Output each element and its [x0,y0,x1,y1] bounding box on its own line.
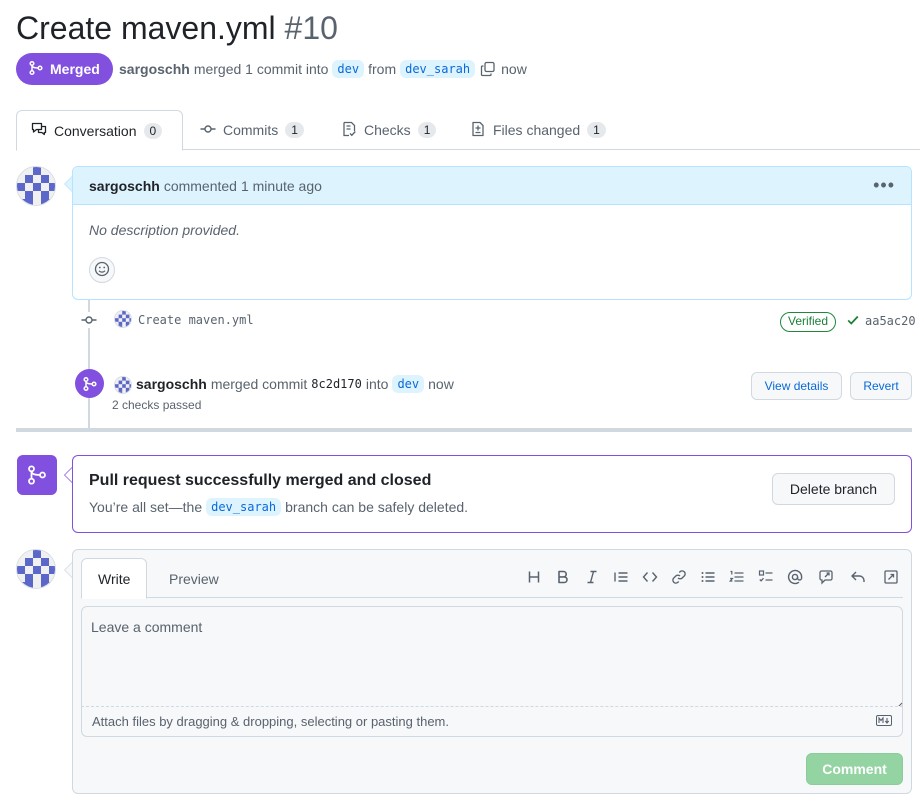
avatar[interactable] [114,376,132,394]
tab-label: Conversation [54,122,137,139]
comment-time[interactable]: 1 minute ago [241,178,322,194]
tab-counter: 0 [143,122,163,139]
merge-sha-link[interactable]: 8c2d170 [311,377,362,391]
delete-branch-button[interactable]: Delete branch [772,473,895,505]
pr-meta: sargoschh merged 1 commit into dev from … [119,58,527,80]
commit-message-link[interactable]: Create maven.yml [138,313,254,327]
merge-event-text: sargoschh merged commit 8c2d170 into dev… [136,375,454,393]
cross-reference-icon[interactable] [815,566,837,588]
tab-counter: 1 [285,122,304,138]
tab-conversation[interactable]: Conversation 0 [16,110,183,151]
attach-files-text: Attach files by dragging & dropping, sel… [92,714,449,729]
tab-checks[interactable]: Checks 1 [327,110,450,150]
git-commit-icon [200,121,216,140]
head-branch-label[interactable]: dev_sarah [400,60,476,78]
comment-header: sargoschh commented 1 minute ago ••• [73,167,911,205]
merge-into: into [365,376,389,392]
heading-icon[interactable] [523,566,545,588]
merged-status-badge: Merged [16,53,113,85]
comment-pointer-inner [65,177,72,191]
merge-time[interactable]: now [428,376,454,392]
timeline-divider [16,428,912,432]
tab-commits[interactable]: Commits 1 [186,110,318,150]
commit-sha-link[interactable]: aa5ac20 [865,314,916,328]
quote-icon[interactable] [610,566,632,588]
bold-icon[interactable] [552,566,574,588]
markdown-icon[interactable] [876,714,892,729]
check-icon[interactable] [846,313,860,330]
comment-submit-button[interactable]: Comment [806,753,903,785]
pr-title-text: Create maven.yml [16,10,276,46]
pr-time: now [501,61,527,77]
comment-action: commented [163,177,237,194]
merge-author-link[interactable]: sargoschh [136,376,207,392]
tab-label: Files changed [493,122,581,138]
git-merge-icon [28,60,44,79]
tab-preview[interactable]: Preview [153,558,235,599]
merged-box-title: Pull request successfully merged and clo… [89,472,432,489]
kebab-menu-icon[interactable]: ••• [873,175,895,196]
smiley-icon [94,261,110,280]
tab-label: Checks [364,122,411,138]
git-merge-icon [17,455,57,495]
comment-placeholder: Leave a comment [91,619,203,635]
git-commit-icon [81,312,97,328]
avatar[interactable] [16,166,56,206]
pr-merge-text: merged 1 commit into [193,61,329,77]
link-icon[interactable] [668,566,690,588]
comment-body: No description provided. [89,222,240,238]
add-reaction-button[interactable] [89,257,115,283]
tab-label: Commits [223,122,279,138]
unordered-list-icon[interactable] [697,566,719,588]
merged-box-pointer-inner [65,468,72,482]
checklist-icon [341,121,357,140]
pr-tabs: Conversation 0 Commits 1 Checks 1 Files … [16,110,920,151]
tab-counter: 1 [587,122,606,138]
checks-passed-text: 2 checks passed [112,398,202,412]
base-branch-label[interactable]: dev [332,60,365,78]
verified-badge[interactable]: Verified [780,312,837,332]
copy-icon[interactable] [479,60,497,78]
merge-branch-label[interactable]: dev [392,375,425,393]
avatar[interactable] [114,310,132,328]
tab-files-changed[interactable]: Files changed 1 [456,110,620,150]
file-diff-icon [470,121,486,140]
fullscreen-icon[interactable] [880,566,902,588]
pr-title: Create maven.yml #10 [16,6,338,50]
pr-number: #10 [284,10,338,46]
merged-status-label: Merged [50,61,100,77]
code-icon[interactable] [639,566,661,588]
reply-icon[interactable] [847,566,869,588]
git-merge-icon [75,369,104,398]
merged-box-branch-label[interactable]: dev_sarah [206,498,282,516]
pr-from-text: from [368,61,397,77]
merge-action: merged commit [210,376,308,392]
editor-tabs: Write Preview [81,558,903,599]
italic-icon[interactable] [581,566,603,588]
pr-author-link[interactable]: sargoschh [119,61,190,77]
comment-discussion-icon [31,121,47,140]
view-details-button[interactable]: View details [751,372,842,400]
tab-counter: 1 [417,122,437,138]
mention-icon[interactable] [784,566,806,588]
task-list-icon[interactable] [755,566,777,588]
avatar[interactable] [16,549,56,589]
merged-box-subtitle: You’re all set—the dev_sarah branch can … [89,498,468,516]
merged-box-text-after: branch can be safely deleted. [285,499,469,515]
revert-button[interactable]: Revert [850,372,912,400]
attach-files-bar[interactable]: Attach files by dragging & dropping, sel… [81,706,903,737]
comment-textarea[interactable]: Leave a comment [81,606,903,706]
editor-pointer-inner [65,563,72,577]
tab-write[interactable]: Write [81,558,147,599]
merged-box-text-before: You’re all set—the [89,499,203,515]
ordered-list-icon[interactable] [726,566,748,588]
comment-author[interactable]: sargoschh [89,178,160,194]
